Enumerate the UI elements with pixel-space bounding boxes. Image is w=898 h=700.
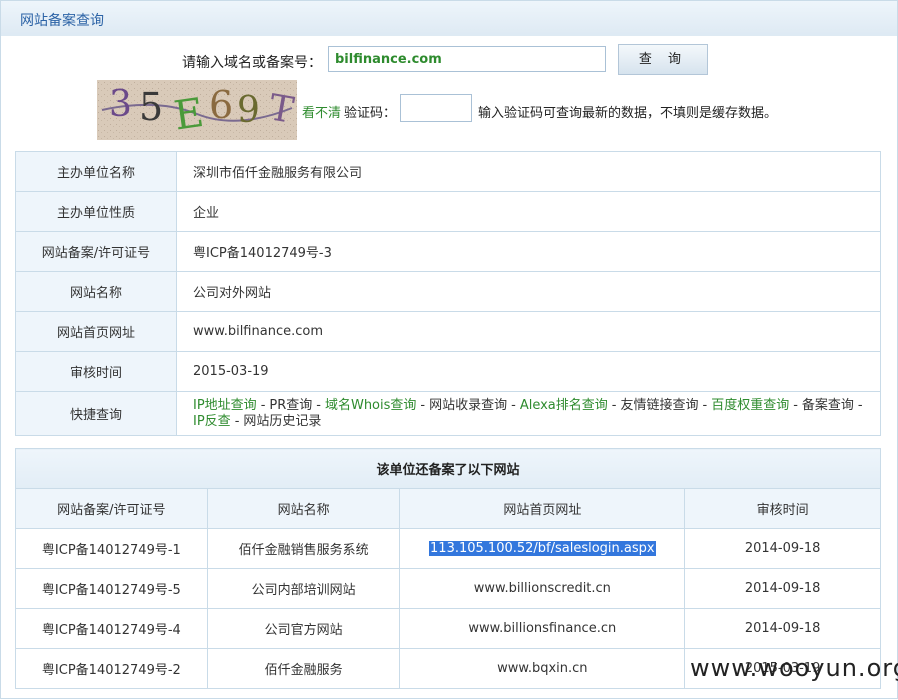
info-key: 网站备案/许可证号	[15, 231, 177, 272]
quick-link-beian[interactable]: 备案查询	[802, 398, 854, 413]
cell-license: 粤ICP备14012749号-4	[15, 608, 208, 649]
quick-link-alexa[interactable]: Alexa排名查询	[520, 398, 608, 413]
table-row: 粤ICP备14012749号-1 佰仟金融销售服务系统 113.105.100.…	[15, 528, 881, 569]
quick-link-history[interactable]: 网站历史记录	[243, 414, 321, 429]
cell-license: 粤ICP备14012749号-2	[15, 648, 208, 689]
quick-link-whois[interactable]: 域名Whois查询	[325, 398, 416, 413]
info-value: 企业	[176, 191, 881, 232]
info-key: 主办单位性质	[15, 191, 177, 232]
captcha-char: 9	[237, 90, 260, 131]
cell-site-name: 公司内部培训网站	[206, 568, 401, 609]
cell-license: 粤ICP备14012749号-5	[15, 568, 208, 609]
captcha-label: 验证码：	[344, 106, 397, 121]
quick-links: IP地址查询 - PR查询 - 域名Whois查询 - 网站收录查询 - Alexa排名查询 - 友…	[176, 391, 881, 436]
info-value: 2015-03-19	[176, 351, 881, 392]
quick-link-baidu-weight[interactable]: 百度权重查询	[711, 398, 789, 413]
info-value: 深圳市佰仟金融服务有限公司	[176, 151, 881, 192]
info-value: www.bilfinance.com	[176, 311, 881, 352]
quick-link-friendlinks[interactable]: 友情链接查询	[620, 398, 698, 413]
info-row: 网站首页网址 www.bilfinance.com	[15, 311, 881, 352]
table-header-row: 网站备案/许可证号 网站名称 网站首页网址 审核时间	[15, 488, 881, 529]
cell-url[interactable]: www.billionsfinance.cn	[399, 608, 686, 649]
info-key: 网站首页网址	[15, 311, 177, 352]
table-row: 粤ICP备14012749号-5 公司内部培训网站 www.billionscr…	[15, 568, 881, 609]
column-header: 审核时间	[684, 488, 881, 529]
cell-site-name: 佰仟金融服务	[206, 648, 401, 689]
record-info-table: 主办单位名称 深圳市佰仟金融服务有限公司 主办单位性质 企业 网站备案/许可证号…	[15, 151, 881, 436]
quick-link-index[interactable]: 网站收录查询	[429, 398, 507, 413]
query-label: 请输入域名或备案号：	[182, 55, 322, 71]
quick-link-pr[interactable]: PR查询	[269, 398, 312, 413]
domain-input-value[interactable]: bilfinance.com	[335, 52, 442, 67]
cell-site-name: 公司官方网站	[206, 608, 401, 649]
info-key: 网站名称	[15, 271, 177, 312]
quick-link-reverse-ip[interactable]: IP反查	[193, 414, 231, 429]
captcha-input[interactable]	[400, 94, 472, 122]
watermark: www.wooyun.org	[690, 654, 898, 682]
domain-input[interactable]: bilfinance.com	[328, 46, 606, 72]
info-row-quick-links: 快捷查询 IP地址查询 - PR查询 - 域名Whois查询 - 网站收录查询 - Alexa排…	[15, 391, 881, 436]
query-button[interactable]: 查 询	[618, 44, 708, 75]
info-row: 主办单位名称 深圳市佰仟金融服务有限公司	[15, 151, 881, 192]
captcha-hint: 输入验证码可查询最新的数据，不填则是缓存数据。	[478, 106, 778, 121]
selected-url-text[interactable]: 113.105.100.52/bf/saleslogin.aspx	[429, 541, 656, 556]
cell-site-name: 佰仟金融销售服务系统	[206, 528, 401, 569]
cell-url[interactable]: 113.105.100.52/bf/saleslogin.aspx	[399, 528, 686, 569]
column-header: 网站首页网址	[399, 488, 686, 529]
captcha-image[interactable]: 3 5 E 6 9 T	[97, 80, 297, 140]
captcha-char: 5	[139, 85, 163, 129]
cell-date: 2014-09-18	[684, 608, 881, 649]
table-caption: 该单位还备案了以下网站	[15, 448, 881, 489]
page-title: 网站备案查询	[20, 13, 104, 29]
info-key: 快捷查询	[15, 391, 177, 436]
info-key: 审核时间	[15, 351, 177, 392]
cell-date: 2014-09-18	[684, 568, 881, 609]
cell-license: 粤ICP备14012749号-1	[15, 528, 208, 569]
cell-url[interactable]: www.bqxin.cn	[399, 648, 686, 689]
cell-date: 2014-09-18	[684, 528, 881, 569]
cell-url[interactable]: www.billionscredit.cn	[399, 568, 686, 609]
info-row: 网站备案/许可证号 粤ICP备14012749号-3	[15, 231, 881, 272]
captcha-char: 6	[209, 83, 233, 127]
column-header: 网站名称	[206, 488, 401, 529]
info-key: 主办单位名称	[15, 151, 177, 192]
refresh-captcha-link[interactable]: 看不清	[302, 102, 341, 121]
info-row: 网站名称 公司对外网站	[15, 271, 881, 312]
info-row: 审核时间 2015-03-19	[15, 351, 881, 392]
info-value: 公司对外网站	[176, 271, 881, 312]
captcha-char: 3	[109, 84, 132, 125]
column-header: 网站备案/许可证号	[15, 488, 208, 529]
other-sites-table: 该单位还备案了以下网站 网站备案/许可证号 网站名称 网站首页网址 审核时间 粤…	[15, 448, 881, 689]
info-value: 粤ICP备14012749号-3	[176, 231, 881, 272]
quick-link-ip-lookup[interactable]: IP地址查询	[193, 398, 257, 413]
title-bar: 网站备案查询	[0, 0, 898, 37]
info-row: 主办单位性质 企业	[15, 191, 881, 232]
table-row: 粤ICP备14012749号-4 公司官方网站 www.billionsfina…	[15, 608, 881, 649]
